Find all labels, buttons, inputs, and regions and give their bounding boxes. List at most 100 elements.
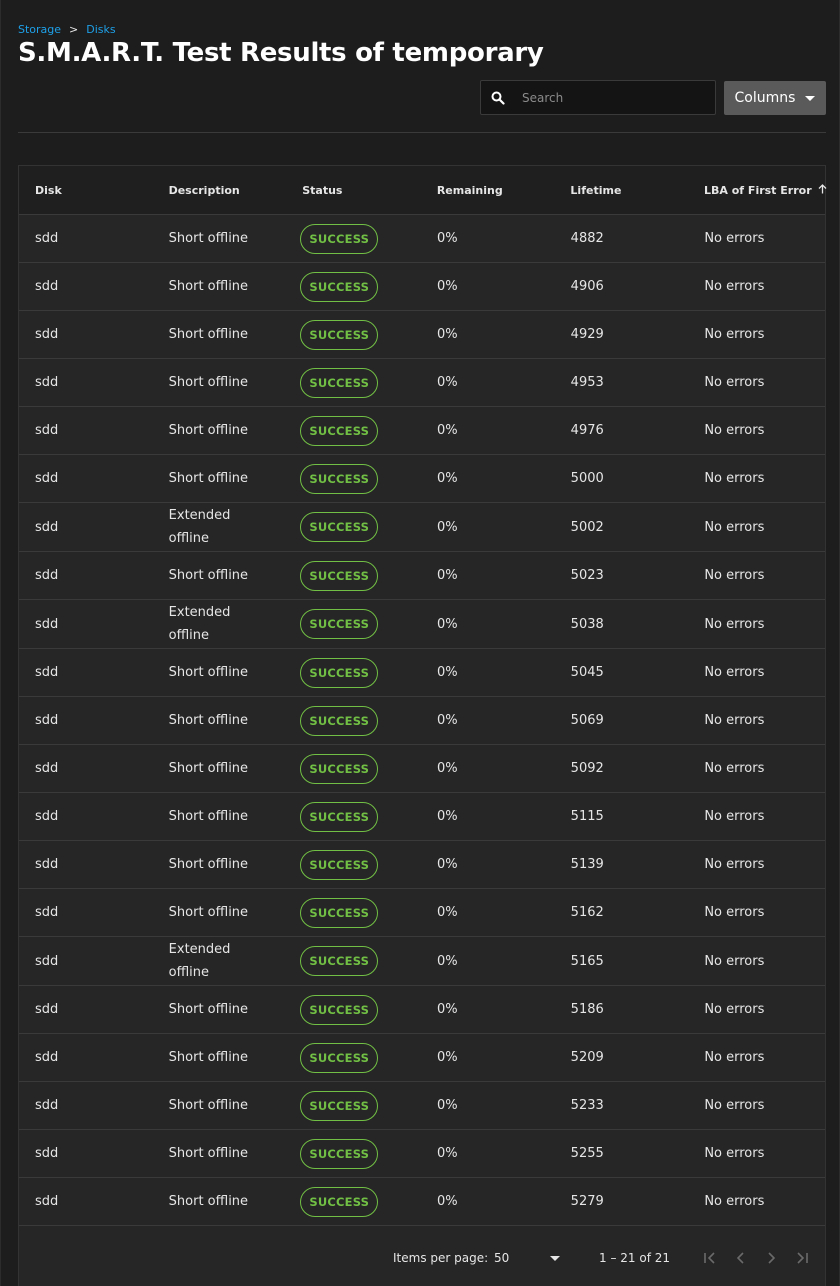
search-input[interactable] <box>520 80 715 115</box>
cell-lifetime: 5162 <box>570 905 604 920</box>
columns-button[interactable]: Columns <box>724 81 826 115</box>
cell-description: Short offline <box>168 1098 249 1113</box>
table-row[interactable]: sdd Short offline SUCCESS 0% 5069 No errors <box>19 697 825 745</box>
column-header-status[interactable]: Status <box>286 184 421 197</box>
cell-disk: sdd <box>35 375 59 390</box>
cell-remaining: 0% <box>437 1194 458 1209</box>
paginator: Items per page: 50 1 – 21 of 21 <box>19 1229 825 1286</box>
next-page-icon[interactable] <box>759 1246 783 1270</box>
search-box <box>480 80 716 115</box>
cell-disk: sdd <box>35 471 59 486</box>
cell-lifetime: 5038 <box>570 616 604 632</box>
cell-disk: sdd <box>35 1050 59 1065</box>
cell-description: Short offline <box>168 665 249 680</box>
column-header-lba-first-error[interactable]: LBA of First Error <box>688 184 827 197</box>
cell-remaining: 0% <box>437 857 458 872</box>
cell-status: SUCCESS <box>286 367 421 398</box>
cell-disk: sdd <box>35 1194 59 1209</box>
previous-page-icon[interactable] <box>729 1246 753 1270</box>
search-icon <box>490 90 506 106</box>
cell-lifetime: 5279 <box>570 1194 604 1209</box>
status-badge: SUCCESS <box>300 946 379 976</box>
cell-remaining: 0% <box>437 423 458 438</box>
items-per-page-value: 50 <box>494 1251 510 1265</box>
cell-status: SUCCESS <box>286 753 421 784</box>
status-badge: SUCCESS <box>300 223 379 254</box>
cell-lba-first-error: No errors <box>704 1050 765 1065</box>
breadcrumb-storage-link[interactable]: Storage <box>18 23 61 36</box>
cell-status: SUCCESS <box>286 271 421 302</box>
status-badge: SUCCESS <box>300 560 379 591</box>
cell-description: Short offline <box>168 1146 249 1161</box>
column-header-remaining[interactable]: Remaining <box>421 184 555 197</box>
cell-lba-first-error: No errors <box>704 375 765 390</box>
status-badge: SUCCESS <box>300 897 379 928</box>
cell-lba-first-error: No errors <box>704 423 765 438</box>
table-row[interactable]: sdd Short offline SUCCESS 0% 5162 No errors <box>19 889 825 937</box>
table-row[interactable]: sdd Short offline SUCCESS 0% 5186 No errors <box>19 986 825 1034</box>
cell-lifetime: 5255 <box>570 1146 604 1161</box>
table-header: Disk Description Status Remaining Lifeti… <box>19 166 827 215</box>
status-badge: SUCCESS <box>300 609 379 639</box>
cell-status: SUCCESS <box>286 657 421 688</box>
cell-disk: sdd <box>35 423 59 438</box>
table-row[interactable]: sdd Short offline SUCCESS 0% 4882 No errors <box>19 215 825 263</box>
items-per-page-label: Items per page: <box>393 1251 489 1265</box>
table-row[interactable]: sdd Short offline SUCCESS 0% 5000 No errors <box>19 455 825 503</box>
status-badge: SUCCESS <box>300 994 379 1025</box>
cell-remaining: 0% <box>437 713 458 728</box>
caret-down-icon <box>805 95 816 101</box>
cell-disk: sdd <box>35 1146 59 1161</box>
table-row[interactable]: sdd Short offline SUCCESS 0% 4929 No errors <box>19 311 825 359</box>
table-row[interactable]: sdd Short offline SUCCESS 0% 4953 No errors <box>19 359 825 407</box>
first-page-icon[interactable] <box>699 1246 723 1270</box>
cell-description: Extended offline <box>168 942 231 980</box>
cell-description: Short offline <box>168 375 249 390</box>
cell-disk: sdd <box>35 857 59 872</box>
status-badge: SUCCESS <box>300 463 379 494</box>
cell-status: SUCCESS <box>286 415 421 446</box>
table-row[interactable]: sdd Short offline SUCCESS 0% 5092 No errors <box>19 745 825 793</box>
table-row[interactable]: sdd Short offline SUCCESS 0% 5233 No errors <box>19 1082 825 1130</box>
table-row[interactable]: sdd Short offline SUCCESS 0% 5023 No errors <box>19 552 825 600</box>
cell-description: Short offline <box>168 1194 249 1209</box>
cell-remaining: 0% <box>437 905 458 920</box>
cell-disk: sdd <box>35 568 59 583</box>
cell-lifetime: 5233 <box>570 1098 604 1113</box>
cell-description: Short offline <box>168 857 249 872</box>
cell-lifetime: 5092 <box>570 761 604 776</box>
cell-lba-first-error: No errors <box>704 761 765 776</box>
cell-remaining: 0% <box>437 665 458 680</box>
table-row[interactable]: sdd Extended offline SUCCESS 0% 5038 No error… <box>19 600 825 649</box>
cell-lba-first-error: No errors <box>704 616 765 632</box>
breadcrumb-separator: > <box>69 23 79 36</box>
column-header-disk[interactable]: Disk <box>19 184 153 197</box>
column-header-lifetime[interactable]: Lifetime <box>554 184 688 197</box>
table-row[interactable]: sdd Short offline SUCCESS 0% 5255 No errors <box>19 1130 825 1178</box>
cell-status: SUCCESS <box>286 512 421 542</box>
table-row[interactable]: sdd Short offline SUCCESS 0% 5279 No errors <box>19 1178 825 1226</box>
table-row[interactable]: sdd Extended offline SUCCESS 0% 5165 No error… <box>19 937 825 986</box>
cell-lifetime: 4929 <box>570 327 604 342</box>
cell-disk: sdd <box>35 327 59 342</box>
breadcrumb-disks-link[interactable]: Disks <box>86 23 115 36</box>
cell-lifetime: 5045 <box>570 665 604 680</box>
cell-status: SUCCESS <box>286 1042 421 1073</box>
table-row[interactable]: sdd Short offline SUCCESS 0% 5045 No errors <box>19 649 825 697</box>
cell-status: SUCCESS <box>286 463 421 494</box>
table-row[interactable]: sdd Extended offline SUCCESS 0% 5002 No error… <box>19 503 825 552</box>
table-row[interactable]: sdd Short offline SUCCESS 0% 5115 No errors <box>19 793 825 841</box>
last-page-icon[interactable] <box>789 1246 813 1270</box>
cell-lba-first-error: No errors <box>704 713 765 728</box>
items-per-page-select[interactable]: 50 <box>494 1251 560 1265</box>
table-row[interactable]: sdd Short offline SUCCESS 0% 5209 No errors <box>19 1034 825 1082</box>
cell-status: SUCCESS <box>286 994 421 1025</box>
status-badge: SUCCESS <box>300 801 379 832</box>
cell-remaining: 0% <box>437 616 458 632</box>
table-row[interactable]: sdd Short offline SUCCESS 0% 4906 No errors <box>19 263 825 311</box>
status-badge: SUCCESS <box>300 705 379 736</box>
table-row[interactable]: sdd Short offline SUCCESS 0% 5139 No errors <box>19 841 825 889</box>
table-row[interactable]: sdd Short offline SUCCESS 0% 4976 No errors <box>19 407 825 455</box>
cell-remaining: 0% <box>437 519 458 535</box>
column-header-description[interactable]: Description <box>153 179 287 202</box>
